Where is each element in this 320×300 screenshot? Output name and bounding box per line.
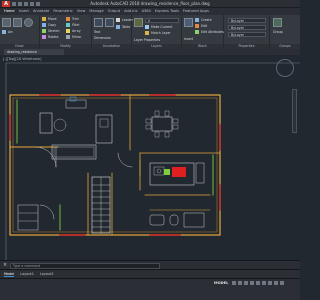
arc-tool[interactable]: Arc [2,30,13,34]
insert-label[interactable]: Insert [184,37,193,41]
tab-home[interactable]: Home [4,8,15,15]
rotate-tool[interactable]: Rotate [42,35,58,39]
fillet-tool[interactable]: Fillet [66,23,79,27]
text-label[interactable]: Text [94,30,100,34]
circle-tool-icon[interactable] [24,18,33,27]
tab-addins[interactable]: Add-ins [124,8,137,15]
trim-tool[interactable]: Trim [66,17,79,21]
arc-icon [2,30,6,34]
text-tool-icon[interactable] [94,18,103,27]
close-icon[interactable]: × [3,263,7,268]
copy-tool[interactable]: Copy [42,23,56,27]
navigation-bar[interactable] [292,89,297,133]
match-layer-icon [145,31,149,35]
edit-attributes-icon [195,30,199,34]
green-fixture [164,169,170,175]
mirror-icon [66,35,70,39]
window-title: Autodesk AutoCAD 2018 drawing_residence_… [90,1,210,6]
polar-icon[interactable] [250,281,254,285]
annotation-panel: Leader Table Text Dimension Annotation [92,15,133,49]
polyline-tool-icon[interactable] [13,18,22,27]
dimension-label[interactable]: Dimension [94,36,111,40]
linetype-dropdown[interactable]: ByLayer [228,32,266,37]
drawing-viewport[interactable]: [-][Top][2D Wireframe] [0,55,300,260]
red-appliance [172,167,186,177]
title-bar: A Autodesk AutoCAD 2018 drawing_residenc… [0,0,300,8]
ribbon: Arc Draw Move Copy Stretch Rotate Trim F… [0,15,300,49]
tab-insert[interactable]: Insert [19,8,29,15]
viewcube-icon[interactable] [276,59,294,77]
draw-panel: Arc Draw [0,15,40,49]
ribbon-tabs: Home Insert Annotate Parametric View Man… [0,8,300,15]
snap-icon[interactable] [238,281,242,285]
ortho-icon[interactable] [244,281,248,285]
tab-layout2[interactable]: Layout2 [40,272,54,276]
create-block-button[interactable]: Create [195,18,212,22]
tab-output[interactable]: Output [108,8,120,15]
floor-plan-drawing[interactable] [0,55,300,260]
mirror-tool[interactable]: Mirror [66,35,81,39]
model-space-toggle[interactable]: MODEL [214,281,228,285]
groups-panel: Group Groups [270,15,300,49]
group-icon[interactable] [273,18,282,27]
layers-panel: 0 Make Current Match Layer Layer Propert… [132,15,182,49]
trim-icon [66,17,70,21]
block-panel: Create Edit Edit Attributes Insert Block [182,15,224,49]
customize-menu-icon[interactable] [280,281,284,285]
status-bar: MODEL [0,278,300,300]
tab-parametric[interactable]: Parametric [53,8,72,15]
edit-block-icon [195,24,199,28]
line-tool-icon[interactable] [2,18,11,27]
move-tool[interactable]: Move [42,17,57,21]
fillet-icon [66,23,70,27]
table-tool[interactable]: Table [116,25,130,29]
status-toggles [232,281,284,285]
command-input[interactable]: Type a command [10,263,160,269]
copy-icon [42,23,46,27]
tab-view[interactable]: View [77,8,86,15]
lineweight-icon[interactable] [262,281,266,285]
modify-panel: Move Copy Stretch Rotate Trim Fillet Arr… [40,15,92,49]
color-dropdown[interactable]: ByLayer [228,18,266,23]
tab-express-tools[interactable]: Express Tools [155,8,179,15]
leader-icon [116,18,120,22]
stretch-icon [42,29,46,33]
tab-model[interactable]: Model [4,272,15,277]
command-line: × Type a command [0,260,300,270]
match-layer-button[interactable]: Match Layer [145,31,171,35]
edit-attributes-button[interactable]: Edit Attributes [195,30,224,34]
table-icon [116,25,120,29]
stretch-tool[interactable]: Stretch [42,29,60,33]
layer-dropdown[interactable]: 0 [145,18,179,23]
layer-properties-icon[interactable] [134,18,143,27]
dimension-tool-icon[interactable] [105,18,114,27]
leader-tool[interactable]: Leader [116,18,133,22]
layer-properties-label[interactable]: Layer Properties [134,38,160,42]
insert-block-icon[interactable] [184,18,193,27]
tab-layout1[interactable]: Layout1 [20,272,34,276]
rotate-icon [42,35,46,39]
group-label[interactable]: Group [273,30,283,34]
array-icon [66,29,70,33]
create-block-icon [195,18,199,22]
annotation-scale-icon[interactable] [274,281,278,285]
grid-icon[interactable] [232,281,236,285]
workspace-gear-icon[interactable] [268,281,272,285]
properties-panel: ByLayer ByLayer ByLayer Properties [224,15,270,49]
osnap-icon[interactable] [256,281,260,285]
layout-tabs: Model Layout1 Layout2 [0,270,300,278]
make-current-button[interactable]: Make Current [145,25,172,29]
tab-a360[interactable]: A360 [142,8,151,15]
make-current-icon [145,25,149,29]
move-icon [42,17,46,21]
tab-manage[interactable]: Manage [89,8,103,15]
array-tool[interactable]: Array [66,29,81,33]
tab-featured-apps[interactable]: Featured Apps [183,8,209,15]
lineweight-dropdown[interactable]: ByLayer [228,25,266,30]
edit-block-button[interactable]: Edit [195,24,207,28]
tab-annotate[interactable]: Annotate [33,8,49,15]
